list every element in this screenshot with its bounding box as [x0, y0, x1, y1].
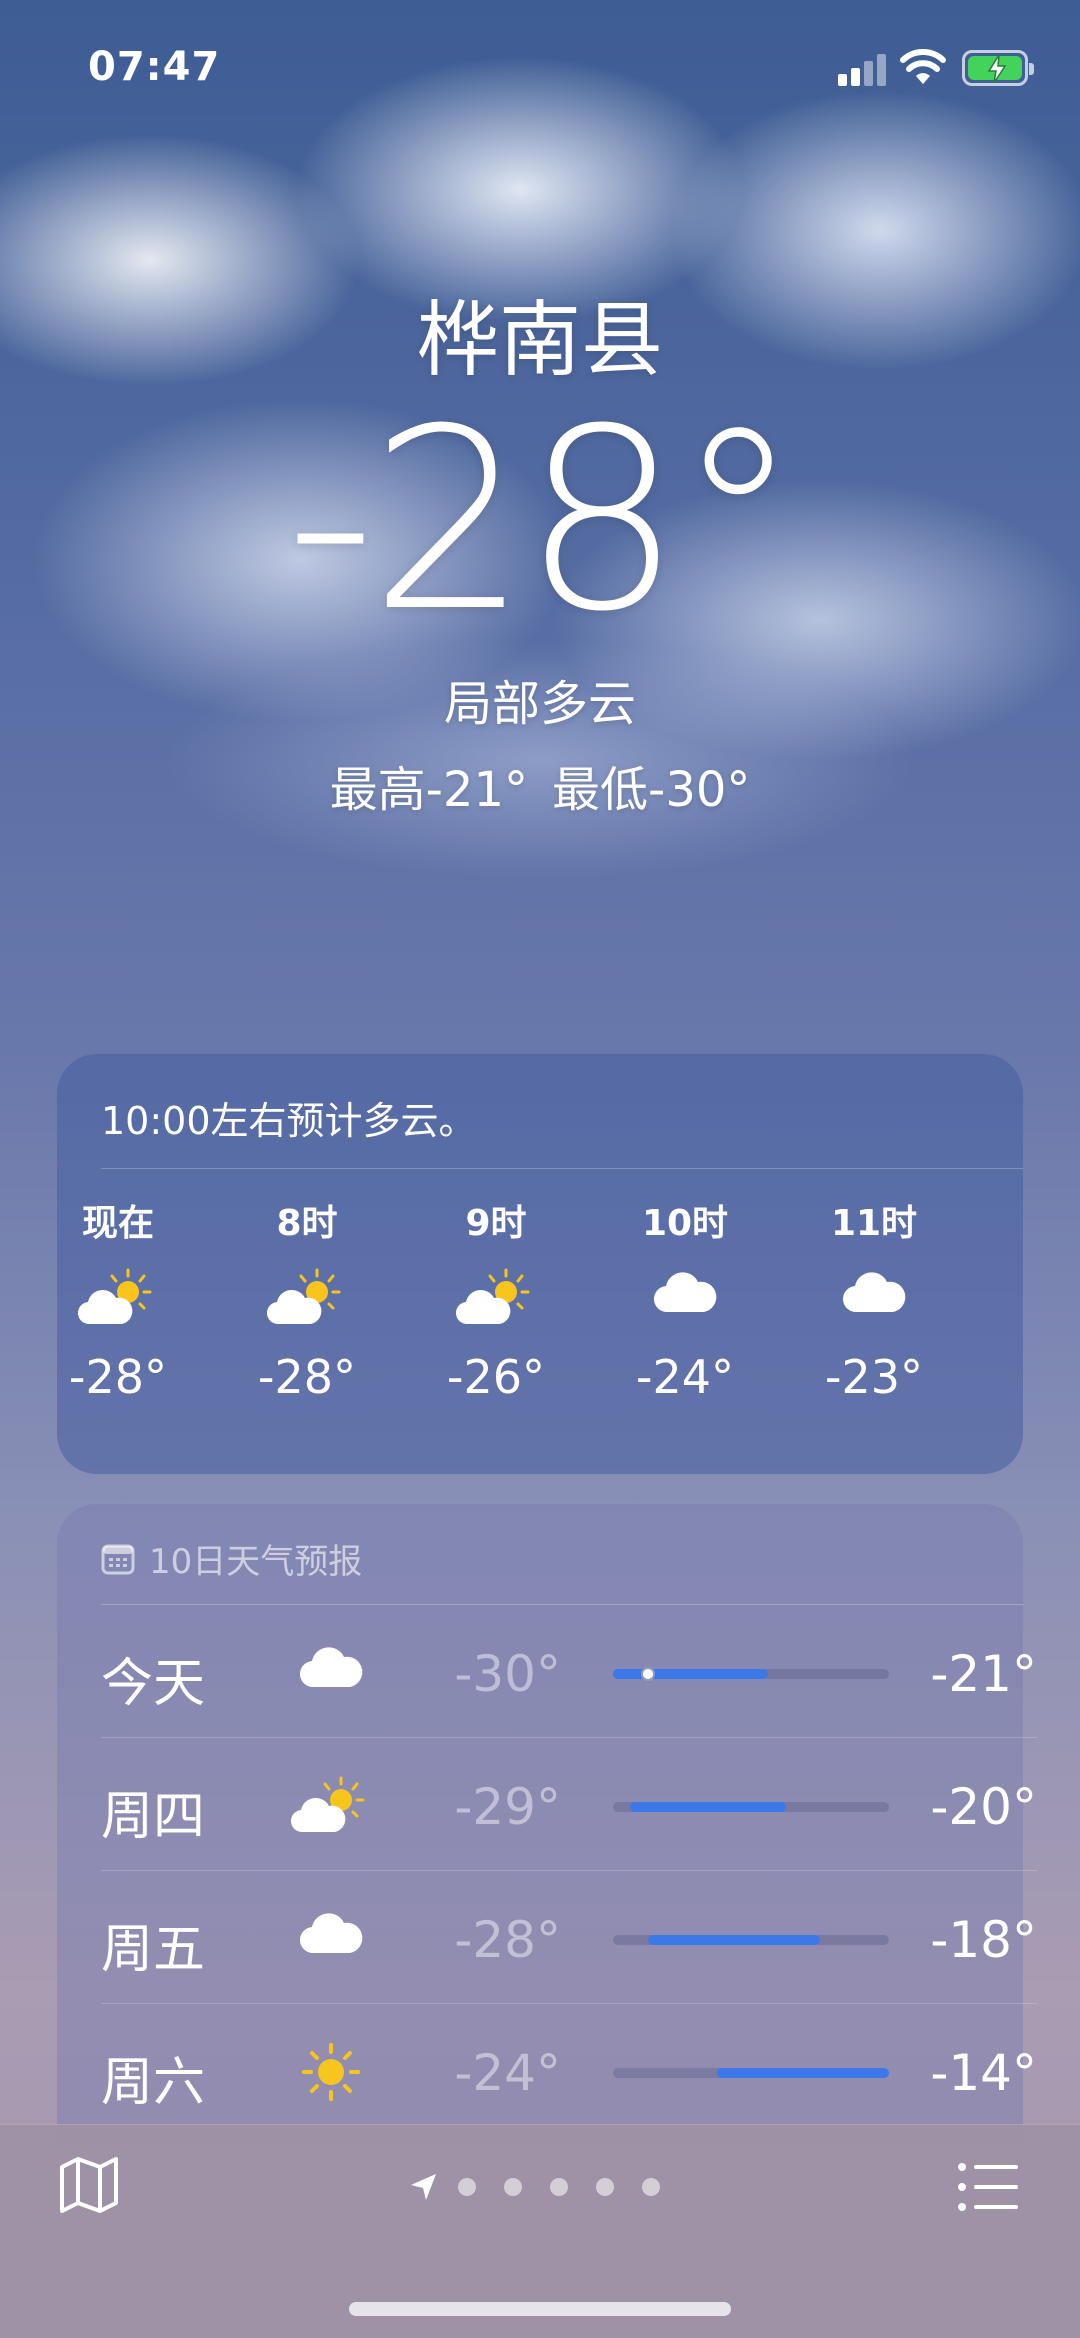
cellular-signal-icon	[838, 52, 890, 86]
day-high: -20°	[930, 1778, 1037, 1836]
divider	[101, 1168, 1023, 1169]
day-low: -28°	[454, 1911, 561, 1969]
hour-label: 8时	[276, 1203, 338, 1244]
cloud-icon	[291, 1909, 371, 1969]
current-weather: 桦南县 -28° 局部多云 最高-21° 最低-30°	[0, 300, 1080, 820]
calendar-icon	[101, 1544, 135, 1574]
day-row[interactable]: 周五 -28° -18°	[101, 1871, 1037, 2004]
hourly-summary: 10:00左右预计多云。	[101, 1099, 477, 1143]
hour-temperature: -23°	[824, 1350, 924, 1404]
wifi-icon	[900, 48, 946, 86]
page-dot[interactable]	[642, 2178, 660, 2196]
temperature-range-fill	[716, 2068, 889, 2078]
hour-item: 现在 -28°	[23, 1194, 213, 1404]
temperature-range-fill	[613, 1669, 769, 1679]
day-name: 周五	[101, 1920, 206, 1980]
page-indicator[interactable]	[408, 2167, 688, 2207]
partly-cloudy-icon	[23, 1268, 213, 1328]
temperature-range-fill	[647, 1935, 820, 1945]
daily-forecast-header: 10日天气预报	[101, 1534, 362, 1583]
hour-temperature: -26°	[446, 1350, 546, 1404]
partly-cloudy-icon	[212, 1268, 402, 1328]
day-name: 今天	[101, 1654, 206, 1714]
hour-item: 11时 -23°	[779, 1194, 969, 1404]
hour-temperature: -28°	[257, 1350, 357, 1404]
page-dot[interactable]	[596, 2178, 614, 2196]
partly-cloudy-icon	[401, 1268, 591, 1328]
cloud-icon	[590, 1268, 780, 1328]
status-time: 07:47	[88, 44, 221, 90]
day-row[interactable]: 周六 -24° -14°	[101, 2004, 1037, 2137]
cloud-icon	[779, 1268, 969, 1328]
hourly-list[interactable]: 现在 -28° 8时 -28° 9时 -26° 10时 -24° 11时 -23°	[57, 1194, 1023, 1454]
status-bar: 07:47	[0, 0, 1080, 140]
home-indicator[interactable]	[349, 2302, 731, 2316]
hour-item: 9时 -26°	[401, 1194, 591, 1404]
day-high: -14°	[930, 2044, 1037, 2102]
high-temperature: 最高-21°	[329, 762, 528, 818]
page-dot[interactable]	[550, 2178, 568, 2196]
daily-forecast-title: 10日天气预报	[149, 1542, 363, 1582]
battery-charging-icon	[962, 50, 1034, 86]
page-dot[interactable]	[458, 2178, 476, 2196]
day-name: 周四	[101, 1787, 206, 1847]
day-low: -29°	[454, 1778, 561, 1836]
day-row[interactable]: 今天 -30° -21°	[101, 1605, 1037, 1738]
hour-label: 9时	[465, 1203, 527, 1244]
temperature-range-bar	[613, 1667, 889, 1681]
hour-temperature: -24°	[635, 1350, 735, 1404]
temperature-range-fill	[630, 1802, 786, 1812]
day-name: 周六	[101, 2053, 206, 2113]
page-dot[interactable]	[504, 2178, 522, 2196]
current-temp-dot	[640, 1667, 655, 1681]
temperature-range-bar	[613, 1935, 889, 1945]
low-temperature: 最低-30°	[552, 762, 751, 818]
city-name: 桦南县	[416, 293, 663, 388]
day-low: -30°	[454, 1645, 561, 1703]
partly-cloudy-icon	[291, 1776, 371, 1836]
hour-label: 10时	[641, 1203, 729, 1244]
location-arrow-icon[interactable]	[408, 2171, 440, 2203]
temperature-range-bar	[613, 2068, 889, 2078]
hour-item: 10时 -24°	[590, 1194, 780, 1404]
high-low-temperature: 最高-21° 最低-30°	[0, 750, 1080, 820]
cloud-icon	[291, 1643, 371, 1703]
temperature-range-bar	[613, 1802, 889, 1812]
daily-forecast-card[interactable]: 10日天气预报 今天 -30° -21° 周四 -29° -20° 周五 -28° -18° 周六…	[57, 1504, 1037, 2144]
day-high: -18°	[930, 1911, 1037, 1969]
sun-icon	[291, 2042, 371, 2102]
hour-label: 11时	[830, 1203, 918, 1244]
day-row[interactable]: 周四 -29° -20°	[101, 1738, 1037, 1871]
day-high: -21°	[930, 1645, 1037, 1703]
current-temperature: -28°	[285, 375, 800, 666]
hour-label: 现在	[81, 1203, 154, 1244]
hour-item: 8时 -28°	[212, 1194, 402, 1404]
weather-condition: 局部多云	[443, 676, 636, 732]
day-low: -24°	[454, 2044, 561, 2102]
list-icon[interactable]	[956, 2157, 1020, 2217]
hourly-forecast-card[interactable]: 10:00左右预计多云。 现在 -28° 8时 -28° 9时 -26° 10时 -24° 11…	[57, 1054, 1023, 1474]
map-icon[interactable]	[58, 2155, 124, 2221]
hour-temperature: -28°	[68, 1350, 168, 1404]
